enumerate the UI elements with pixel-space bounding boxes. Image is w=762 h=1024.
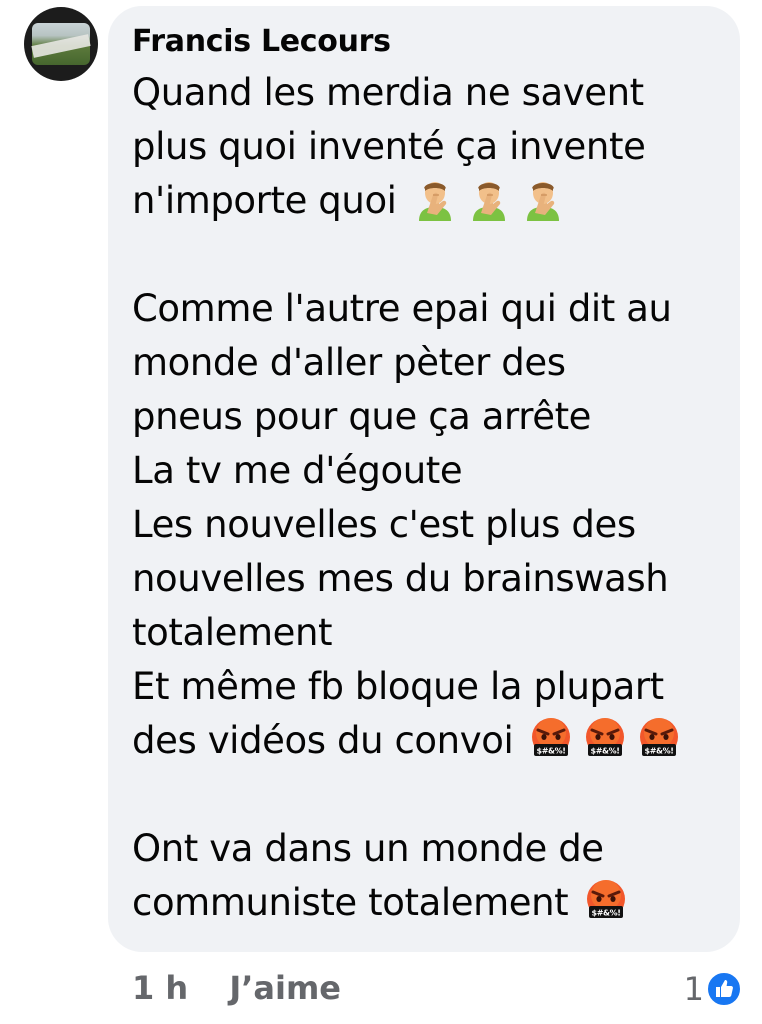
avatar[interactable] xyxy=(24,7,98,81)
comment-line: pneus pour que ça arrête xyxy=(132,390,720,444)
comment-line-text: monde d'aller pèter des xyxy=(132,341,566,384)
comment-line: nouvelles mes du brainswash xyxy=(132,552,720,606)
svg-text:$#&%!: $#&%! xyxy=(592,909,621,918)
face-with-symbols-on-mouth-icon: $#&%! xyxy=(584,879,628,923)
comment-line-text: nouvelles mes du brainswash xyxy=(132,557,669,600)
comment-line-text: Les nouvelles c'est plus des xyxy=(132,503,636,546)
comment-line-text: totalement xyxy=(132,611,333,654)
person-facepalming-icon xyxy=(467,177,511,221)
like-icon xyxy=(706,971,742,1007)
comment-text: Quand les merdia ne savent plus quoi inve… xyxy=(132,66,720,930)
face-with-symbols-on-mouth-icon: $#&%! xyxy=(637,717,681,761)
comment-line: communiste totalement $#&%! xyxy=(132,876,720,930)
face-with-symbols-on-mouth-icon: $#&%! xyxy=(529,717,573,761)
comment-line-text: Quand les merdia ne savent xyxy=(132,71,644,114)
comment-line-text: Ont va dans un monde de xyxy=(132,827,604,870)
comment-line: Ont va dans un monde de xyxy=(132,822,720,876)
comment-line: plus quoi inventé ça invente xyxy=(132,120,720,174)
comment-line-text: Et même fb bloque la plupart xyxy=(132,665,664,708)
comment-bubble: Francis Lecours Quand les merdia ne save… xyxy=(108,6,740,952)
reaction-count: 1 xyxy=(683,970,704,1008)
comment-line: Les nouvelles c'est plus des xyxy=(132,498,720,552)
comment-line-text: plus quoi inventé ça invente xyxy=(132,125,646,168)
person-facepalming-icon xyxy=(413,177,457,221)
comment-actions: 1 h J’aime xyxy=(132,966,341,1010)
svg-text:$#&%!: $#&%! xyxy=(591,747,620,756)
comment-timestamp[interactable]: 1 h xyxy=(132,969,188,1007)
comment-line-text: n'importe quoi xyxy=(132,179,397,222)
comment-line: Quand les merdia ne savent xyxy=(132,66,720,120)
comment-line: Comme l'autre epai qui dit au xyxy=(132,282,720,336)
face-with-symbols-on-mouth-icon: $#&%! xyxy=(583,717,627,761)
svg-text:$#&%!: $#&%! xyxy=(645,747,674,756)
reaction-summary[interactable]: 1 xyxy=(684,968,742,1010)
comment-author[interactable]: Francis Lecours xyxy=(132,22,720,62)
comment-line-text: communiste totalement xyxy=(132,881,569,924)
comment-line: Et même fb bloque la plupart xyxy=(132,660,720,714)
comment-line: La tv me d'égoute xyxy=(132,444,720,498)
comment: Francis Lecours Quand les merdia ne save… xyxy=(0,0,762,1024)
comment-line: des vidéos du convoi $#&%! $#&%! $#&%! xyxy=(132,714,720,768)
comment-line-text: Comme l'autre epai qui dit au xyxy=(132,287,672,330)
comment-line: totalement xyxy=(132,606,720,660)
comment-line: monde d'aller pèter des xyxy=(132,336,720,390)
svg-text:$#&%!: $#&%! xyxy=(537,747,566,756)
comment-line: n'importe quoi xyxy=(132,174,720,228)
person-facepalming-icon xyxy=(521,177,565,221)
like-button[interactable]: J’aime xyxy=(229,969,341,1007)
comment-line-text: pneus pour que ça arrête xyxy=(132,395,592,438)
comment-line-text: des vidéos du convoi xyxy=(132,719,514,762)
comment-line-text: La tv me d'égoute xyxy=(132,449,463,492)
